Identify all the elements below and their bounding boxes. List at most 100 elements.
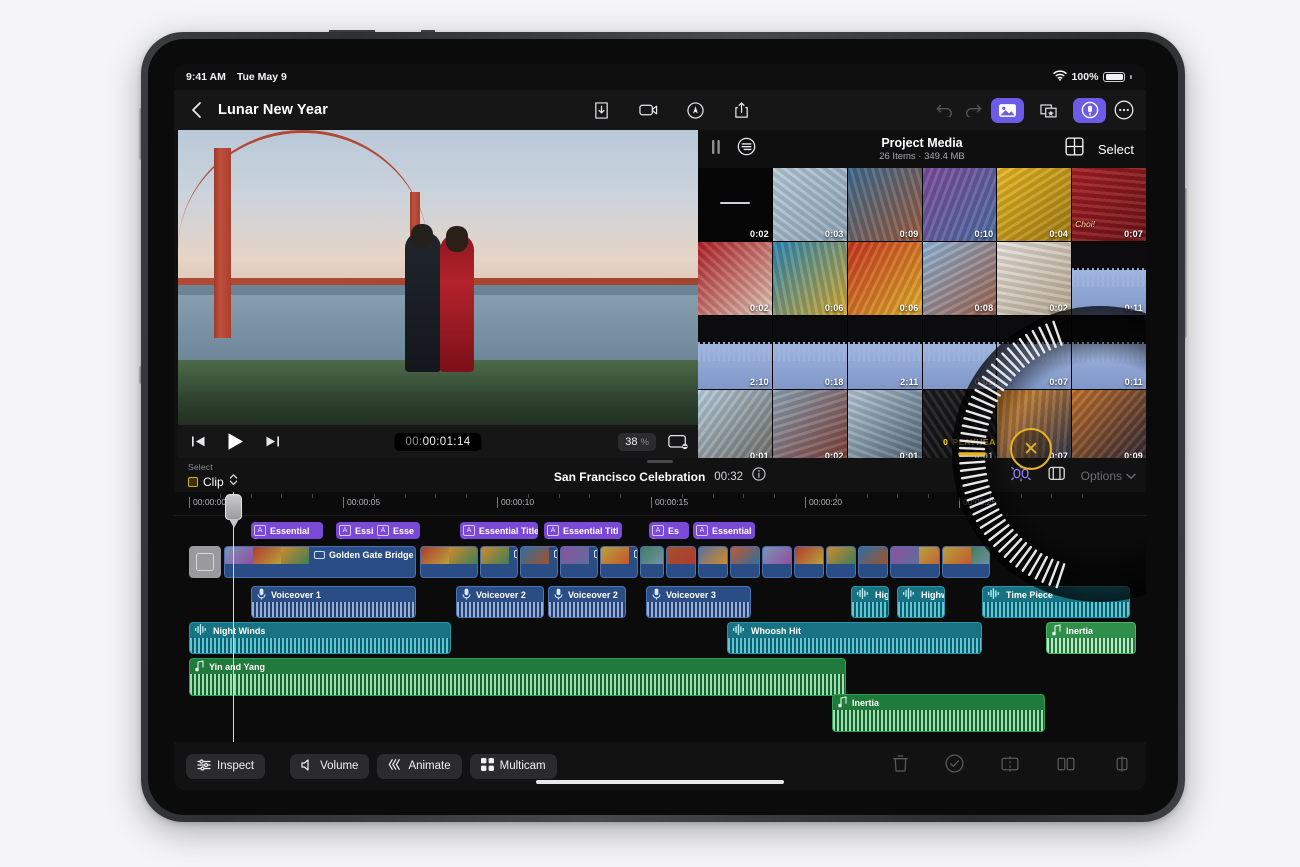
audio-clip[interactable]: Voiceover 3 bbox=[646, 586, 751, 618]
chevron-left-icon[interactable] bbox=[186, 100, 206, 120]
duplicate-icon[interactable] bbox=[1056, 755, 1076, 778]
media-thumbnail[interactable]: 0:09 bbox=[1072, 390, 1146, 463]
magnetic-timeline-icon[interactable] bbox=[1010, 465, 1032, 487]
title-clip[interactable]: A Esse bbox=[374, 522, 420, 539]
zoom-level-badge[interactable]: 38 % bbox=[618, 432, 656, 451]
crop-icon[interactable] bbox=[1112, 755, 1132, 778]
inspect-button[interactable]: Inspect bbox=[186, 753, 266, 779]
video-clip[interactable] bbox=[890, 546, 940, 578]
audio-clip[interactable]: Highwa bbox=[897, 586, 945, 618]
media-thumbnail[interactable]: 0:03 bbox=[772, 168, 847, 241]
video-clip[interactable]: Pur bbox=[420, 546, 478, 578]
media-thumbnail[interactable]: 0:18 bbox=[772, 316, 847, 389]
video-preview-viewer[interactable] bbox=[178, 130, 698, 425]
skip-forward-icon[interactable] bbox=[262, 432, 282, 452]
media-thumbnail[interactable]: 0:02 bbox=[698, 168, 772, 241]
info-icon[interactable] bbox=[752, 467, 766, 486]
video-clip[interactable] bbox=[640, 546, 664, 578]
audio-clip[interactable]: Voiceover 2 bbox=[456, 586, 544, 618]
skip-back-icon[interactable] bbox=[188, 432, 208, 452]
timeline-start-placeholder[interactable] bbox=[189, 546, 221, 578]
media-browser-icon[interactable] bbox=[991, 97, 1024, 123]
titles-icon[interactable] bbox=[1032, 98, 1065, 123]
media-thumbnail[interactable]: 0:01 bbox=[847, 390, 922, 463]
more-icon[interactable] bbox=[1114, 100, 1134, 120]
audio-clip[interactable]: Time Piece bbox=[982, 586, 1130, 618]
video-clip[interactable] bbox=[942, 546, 990, 578]
video-clip[interactable] bbox=[826, 546, 856, 578]
title-clip[interactable]: A Essential Titl bbox=[544, 522, 622, 539]
video-clip[interactable]: Golden Gate Bridge bbox=[224, 546, 416, 578]
filter-icon[interactable] bbox=[737, 137, 756, 161]
timeline-playhead[interactable] bbox=[233, 492, 234, 742]
selection-mode-control[interactable]: Select Clip bbox=[188, 462, 238, 491]
volume-button[interactable]: Volume bbox=[290, 753, 370, 779]
media-thumbnail[interactable]: 0:01 bbox=[698, 390, 772, 463]
redo-icon[interactable] bbox=[963, 100, 983, 120]
media-thumbnail[interactable]: 0:11 bbox=[1072, 242, 1146, 315]
audio-clip[interactable]: Night Winds bbox=[189, 622, 451, 654]
media-thumbnail[interactable]: 0:02 bbox=[997, 242, 1072, 315]
storyboard-icon[interactable] bbox=[1046, 465, 1067, 487]
title-clip[interactable]: A Essential bbox=[693, 522, 755, 539]
media-thumbnail[interactable]: 0:09 bbox=[847, 168, 922, 241]
media-thumbnail[interactable]: 0:08 bbox=[922, 242, 997, 315]
audio-clip[interactable]: Voiceover 2 bbox=[548, 586, 626, 618]
timecode-display[interactable]: 00:00:01:14 bbox=[394, 432, 482, 451]
import-icon[interactable] bbox=[591, 100, 611, 120]
chevron-updown-icon[interactable] bbox=[229, 473, 238, 491]
picture-in-picture-icon[interactable] bbox=[668, 432, 688, 452]
audio-clip[interactable]: Yin and Yang bbox=[189, 658, 846, 696]
media-thumbnail[interactable]: 0:10 bbox=[922, 168, 997, 241]
timeline-panel[interactable]: 00:00:00 00:00:05 00:00:10 00:00:15 00:00:20… bbox=[174, 492, 1146, 742]
video-clip[interactable] bbox=[560, 546, 598, 578]
video-clip[interactable] bbox=[600, 546, 638, 578]
pause-bars-icon[interactable] bbox=[712, 139, 721, 159]
video-clip[interactable] bbox=[730, 546, 760, 578]
title-clip[interactable]: A Essential Title bbox=[460, 522, 538, 539]
video-clip[interactable] bbox=[480, 546, 518, 578]
trash-icon[interactable] bbox=[892, 754, 909, 778]
timeline-ruler[interactable]: 00:00:00 00:00:05 00:00:10 00:00:15 00:00:20… bbox=[174, 492, 1146, 516]
media-thumbnail[interactable]: 0:02 bbox=[772, 390, 847, 463]
timeline-options-button[interactable]: Options bbox=[1081, 469, 1136, 483]
checkmark-circle-icon[interactable] bbox=[945, 754, 964, 778]
grid-view-icon[interactable] bbox=[1065, 137, 1084, 161]
video-clip[interactable] bbox=[698, 546, 728, 578]
split-icon[interactable] bbox=[1000, 755, 1020, 778]
multicam-button[interactable]: Multicam bbox=[469, 753, 557, 779]
media-thumbnail[interactable]: 0:07 bbox=[997, 390, 1072, 463]
animate-button[interactable]: Animate bbox=[377, 753, 462, 779]
video-clip[interactable] bbox=[794, 546, 824, 578]
media-thumbnail[interactable]: 0:07 bbox=[997, 316, 1072, 389]
voiceover-icon[interactable] bbox=[685, 100, 705, 120]
playhead-handle[interactable] bbox=[225, 494, 242, 528]
media-thumbnail[interactable]: 0:04 bbox=[997, 168, 1072, 241]
undo-icon[interactable] bbox=[935, 100, 955, 120]
video-clip[interactable] bbox=[762, 546, 792, 578]
title-clip[interactable]: A Essential bbox=[251, 522, 323, 539]
audio-clip[interactable]: Voiceover 1 bbox=[251, 586, 416, 618]
media-select-button[interactable]: Select bbox=[1098, 142, 1134, 157]
audio-icon[interactable] bbox=[1073, 97, 1106, 123]
media-thumbnail[interactable]: 0:02 bbox=[698, 242, 772, 315]
audio-clip[interactable]: High bbox=[851, 586, 889, 618]
share-icon[interactable] bbox=[732, 100, 752, 120]
media-thumbnail[interactable]: 2:10 bbox=[698, 316, 772, 389]
audio-clip[interactable]: Inertia bbox=[832, 694, 1045, 732]
title-clip[interactable]: A Es bbox=[649, 522, 689, 539]
media-thumbnail[interactable]: 0:06 bbox=[847, 242, 922, 315]
play-icon[interactable] bbox=[224, 431, 246, 453]
audio-clip[interactable]: Whoosh Hit bbox=[727, 622, 982, 654]
record-video-icon[interactable] bbox=[638, 100, 658, 120]
media-thumbnail[interactable]: 0:11 bbox=[1072, 316, 1146, 389]
media-thumbnail[interactable]: 2:11 bbox=[847, 316, 922, 389]
video-clip[interactable] bbox=[858, 546, 888, 578]
video-clip[interactable] bbox=[520, 546, 558, 578]
panel-resize-grabber[interactable] bbox=[647, 460, 673, 463]
media-thumbnail[interactable]: 0:06 bbox=[772, 242, 847, 315]
media-thumbnail[interactable]: 0PLAYHEAD0:01 bbox=[922, 390, 997, 463]
audio-clip[interactable]: Inertia bbox=[1046, 622, 1136, 654]
media-thumbnail[interactable]: 0:05 bbox=[922, 316, 997, 389]
video-clip[interactable] bbox=[666, 546, 696, 578]
